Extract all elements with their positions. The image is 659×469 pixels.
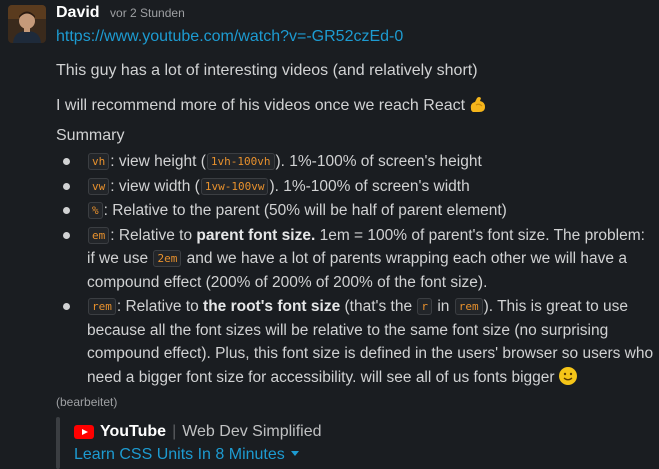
list-item-vh: vh: view height (1vh-100vh). 1%-100% of … [56, 150, 656, 174]
code-percent: % [88, 202, 103, 219]
list-item-em: em: Relative to parent font size. 1em = … [56, 224, 656, 295]
attachment-bar [56, 417, 60, 469]
message-line-1: This guy has a lot of interesting videos… [56, 62, 478, 79]
bullet [63, 303, 70, 310]
item-text: : Relative to [110, 226, 197, 244]
bullet [63, 182, 70, 190]
avatar[interactable] [8, 5, 46, 43]
code-range: 1vh-100vh [206, 153, 275, 170]
item-text: ). 1%-100% of screen's height [275, 153, 482, 170]
item-text: : view width ( [110, 177, 200, 195]
service-name: YouTube [100, 423, 167, 440]
item-bold: the root's font size [203, 298, 341, 315]
message: David vor 2 Stunden https://www.youtube.… [0, 0, 659, 469]
video-title-link[interactable]: Learn CSS Units In 8 Minutes [74, 446, 299, 464]
message-header: David vor 2 Stunden [56, 4, 185, 24]
edited-label: (bearbeitet) [56, 395, 118, 409]
code-vh: vh [88, 153, 110, 170]
video-title[interactable]: Learn CSS Units In 8 Minutes [74, 446, 285, 463]
code-rem: rem [88, 298, 116, 315]
summary-heading: Summary [56, 127, 125, 144]
item-text: ). 1%-100% of screen's width [269, 177, 470, 195]
code-r: r [417, 298, 433, 315]
flexed-biceps-icon [470, 97, 486, 112]
bullet [63, 158, 70, 165]
item-text: : Relative to [116, 298, 204, 315]
chevron-down-icon[interactable] [290, 451, 299, 456]
slightly-smiling-face-icon [558, 366, 577, 385]
code-2em: 2em [153, 250, 182, 267]
message-line-2: I will recommend more of his videos once… [56, 94, 488, 115]
avatar-image [8, 5, 46, 43]
item-text: : view height ( [110, 153, 206, 170]
summary-list: vh: view height (1vh-100vh). 1%-100% of … [56, 150, 656, 390]
author-name[interactable]: David [56, 4, 100, 21]
separator: | [172, 423, 177, 440]
channel-name[interactable]: Web Dev Simplified [182, 423, 321, 441]
bullet [63, 207, 70, 214]
timestamp[interactable]: vor 2 Stunden [110, 6, 185, 20]
list-item-percent: %: Relative to the parent (50% will be h… [56, 199, 656, 223]
item-bold: parent font size. [196, 226, 316, 244]
code-range: 1vw-100vw [200, 177, 269, 195]
list-item-vw: vw: view width (1vw-100vw). 1%-100% of s… [56, 175, 656, 199]
code-rem-2: rem [454, 298, 483, 315]
code-vw: vw [88, 177, 110, 195]
list-item-rem: rem: Relative to the root's font size (t… [56, 295, 656, 389]
youtube-link[interactable]: https://www.youtube.com/watch?v=-GR52czE… [56, 28, 403, 46]
code-em: em [88, 226, 110, 244]
item-text: (that's the [340, 298, 417, 315]
item-text: : Relative to the parent (50% will be ha… [103, 202, 507, 219]
bullet [63, 231, 70, 239]
message-line-2-text: I will recommend more of his videos once… [56, 97, 466, 114]
youtube-icon [74, 425, 94, 439]
attachment-header: YouTube | Web Dev Simplified [74, 422, 322, 442]
item-text: in [433, 298, 454, 315]
